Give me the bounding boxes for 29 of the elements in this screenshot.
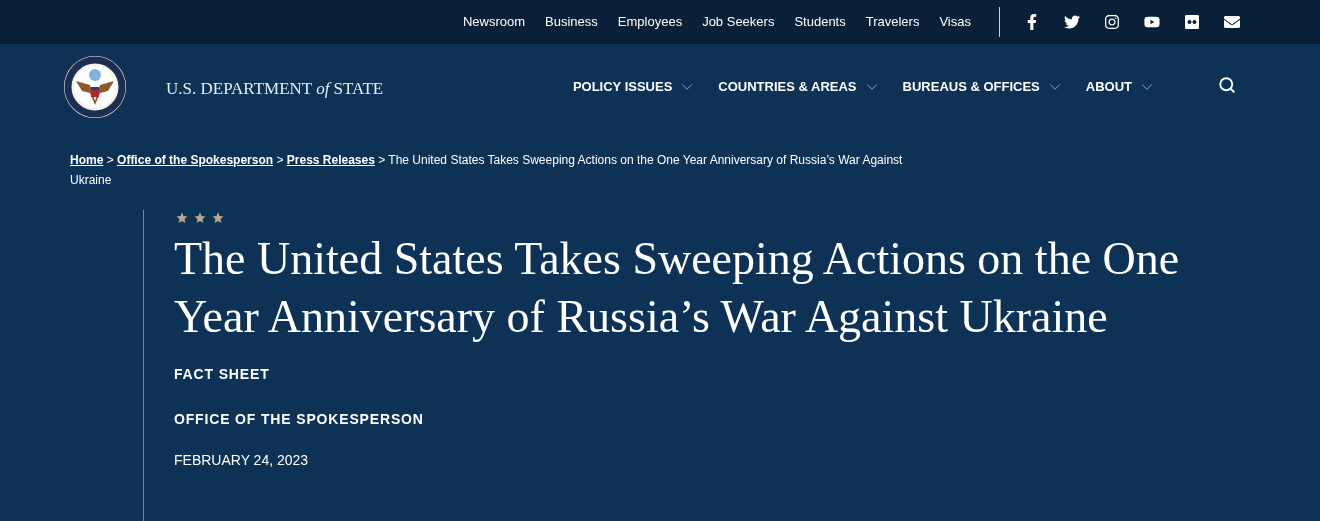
nav-menu[interactable]: ABOUT [1085,77,1156,97]
nav-menu[interactable]: POLICY ISSUES [572,77,697,97]
envelope-icon[interactable] [1224,14,1240,30]
flickr-icon[interactable] [1184,14,1200,30]
youtube-icon[interactable] [1144,14,1160,30]
utility-link[interactable]: Travelers [865,12,920,32]
breadcrumb-link[interactable]: Office of the Spokesperson [117,153,274,167]
star-icon [212,212,224,224]
article-office: OFFICE OF THE SPOKESPERSON [174,410,425,429]
utility-link[interactable]: Job Seekers [702,12,775,32]
site-title[interactable]: U.S. DEPARTMENT of STATE [166,76,384,102]
utility-link[interactable]: Employees [617,12,683,32]
article-date: FEBRUARY 24, 2023 [174,451,310,470]
breadcrumb-link[interactable]: Home [70,153,104,167]
utility-link[interactable]: Newsroom [462,12,526,32]
star-icon [194,212,206,224]
search-icon[interactable] [1218,76,1236,94]
breadcrumb-link[interactable]: Press Releases [286,153,375,167]
utility-link[interactable]: Students [794,12,846,32]
article-title: The United States Takes Sweeping Actions on the One Year Anniversary of Russia’s War Against Ukraine [174,232,1181,344]
utility-link[interactable]: Visas [939,12,971,32]
nav-menu[interactable]: COUNTRIES & AREAS [718,77,881,97]
utility-link[interactable]: Business [545,12,598,32]
instagram-icon[interactable] [1104,14,1120,30]
article-type: FACT SHEET [174,365,271,384]
nav-menu[interactable]: BUREAUS & OFFICES [902,77,1064,97]
breadcrumb: Home > Office of the Spokesperson > Press Releases > The United States Takes Sweeping Actions on the One Year Anniversary of Russia’s War Against Ukraine [70,152,904,189]
star-icon [176,212,188,224]
twitter-icon[interactable] [1064,14,1080,30]
